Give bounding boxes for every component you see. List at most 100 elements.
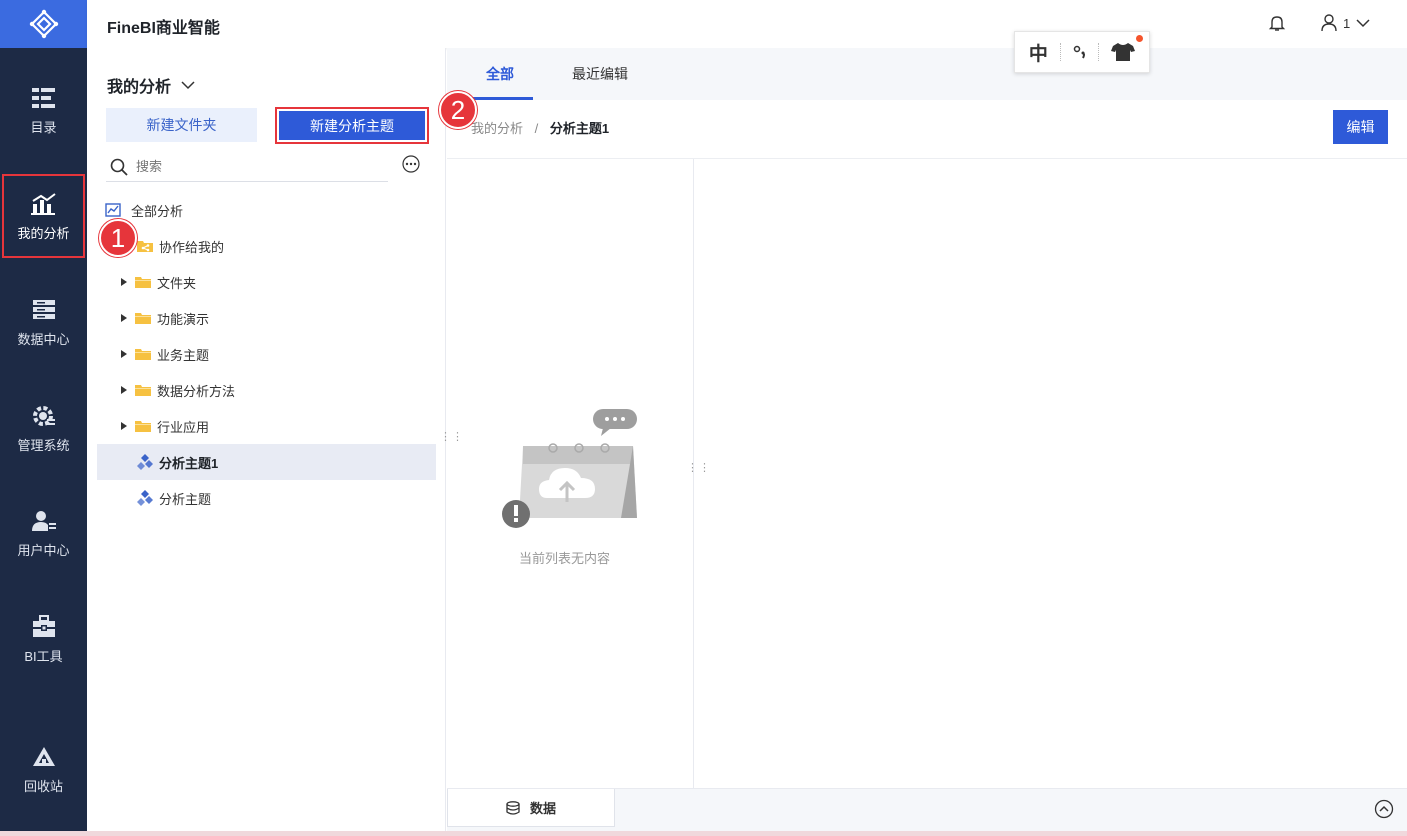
notification-dot [1136, 35, 1143, 42]
bottom-bar: 数据 [447, 788, 1407, 832]
chevron-down-icon [181, 81, 195, 90]
search-input[interactable] [136, 159, 366, 174]
recycle-icon [31, 744, 57, 770]
expand-caret-icon[interactable] [121, 314, 127, 322]
folder-icon [135, 313, 151, 324]
data-tab[interactable]: 数据 [447, 789, 615, 827]
nav-label-management: 管理系统 [17, 437, 70, 453]
tree-item-business[interactable]: 业务主题 [97, 336, 436, 372]
expand-caret-icon[interactable] [121, 422, 127, 430]
tree-item-label: 协作给我的 [159, 239, 225, 255]
expand-caret-icon[interactable] [121, 386, 127, 394]
nav-item-directory[interactable]: 目录 [0, 70, 87, 150]
more-options-icon[interactable] [402, 155, 420, 173]
gear-icon [31, 403, 57, 429]
drag-handle-icon[interactable]: ⋮⋮ [687, 463, 711, 474]
analysis-tree: 全部分析 协作给我的 文件夹 功能演示 业务主题 数据分析方法 行业应用 分析主… [97, 192, 436, 516]
chevron-down-icon [1356, 19, 1370, 28]
breadcrumb: 我的分析 / 分析主题1 [471, 118, 609, 137]
tab-recent[interactable]: 最近编辑 [572, 64, 628, 84]
nav-item-my-analysis[interactable]: 我的分析 [0, 176, 87, 256]
nav-item-data-center[interactable]: 数据中心 [0, 282, 87, 362]
new-subject-button[interactable]: 新建分析主题 [279, 111, 425, 140]
empty-calendar-illustration [502, 409, 637, 528]
side-navigation: 目录 我的分析 数据中心 管理系统 用户中心 BI工具 回收站 [0, 0, 87, 836]
expand-caret-icon[interactable] [121, 278, 127, 286]
tab-bar: 全部 最近编辑 [447, 48, 1407, 100]
data-tab-label: 数据 [529, 801, 556, 816]
line-chart-icon [105, 203, 121, 217]
chart-icon [30, 191, 57, 217]
user-icon [31, 508, 57, 534]
tree-item-methods[interactable]: 数据分析方法 [97, 372, 436, 408]
tree-item-industry[interactable]: 行业应用 [97, 408, 436, 444]
database-icon [31, 297, 57, 323]
user-name: 1 [1343, 15, 1351, 31]
annotation-badge-2: 2 [439, 91, 477, 129]
app-logo[interactable] [0, 0, 87, 48]
tree-item-all[interactable]: 全部分析 [97, 192, 436, 228]
nav-item-management[interactable]: 管理系统 [0, 388, 87, 468]
ime-mode[interactable]: 中 [1029, 39, 1048, 66]
tree-item-label: 业务主题 [157, 347, 210, 363]
breadcrumb-bar: 我的分析 / 分析主题1 编辑 [447, 100, 1407, 159]
nav-label-my-analysis: 我的分析 [17, 225, 70, 241]
tree-item-feature-demo[interactable]: 功能演示 [97, 300, 436, 336]
expand-caret-icon[interactable] [121, 350, 127, 358]
folder-icon [135, 421, 151, 432]
directory-icon [31, 85, 57, 111]
nav-label-recycle: 回收站 [23, 778, 63, 794]
user-avatar-icon [1321, 14, 1337, 32]
nav-item-bi-tools[interactable]: BI工具 [0, 599, 87, 679]
nav-label-directory: 目录 [30, 119, 57, 135]
search-icon [110, 158, 128, 176]
tree-item-label: 功能演示 [157, 311, 210, 327]
tree-item-shared[interactable]: 协作给我的 [97, 228, 436, 264]
tree-item-label: 文件夹 [157, 275, 197, 291]
empty-list-text: 当前列表无内容 [519, 551, 611, 566]
nav-label-user-center: 用户中心 [17, 542, 70, 558]
breadcrumb-separator: / [534, 121, 539, 136]
panel-title-text: 我的分析 [107, 79, 172, 96]
folder-icon [135, 349, 151, 360]
chevron-up-circle-icon[interactable] [1374, 799, 1394, 819]
edit-button[interactable]: 编辑 [1333, 110, 1388, 144]
skin-shirt-icon[interactable] [1111, 42, 1136, 62]
nav-label-data-center: 数据中心 [17, 331, 70, 347]
user-menu[interactable]: 1 [1321, 14, 1370, 32]
nav-item-user-center[interactable]: 用户中心 [0, 493, 87, 573]
subject-icon [137, 454, 153, 470]
top-header: FineBI商业智能 1 [87, 0, 1407, 48]
content-area: 当前列表无内容 ⋮⋮ [447, 159, 1407, 788]
breadcrumb-current: 分析主题1 [549, 121, 610, 136]
folder-icon [135, 277, 151, 288]
toolbox-icon [31, 614, 57, 640]
panel-resize-handle-icon[interactable]: ⋮⋮ [440, 432, 464, 443]
tab-all[interactable]: 全部 [486, 64, 514, 84]
ime-toolbar[interactable]: 中 [1014, 31, 1150, 73]
logo-icon [29, 9, 58, 39]
search-box [106, 152, 388, 182]
ime-divider [1059, 43, 1061, 61]
tree-item-folder[interactable]: 文件夹 [97, 264, 436, 300]
window-bottom-border [0, 831, 1407, 836]
new-folder-button[interactable]: 新建文件夹 [106, 108, 257, 142]
shared-folder-icon [137, 241, 153, 252]
tree-item-label: 行业应用 [157, 419, 210, 435]
nav-item-recycle[interactable]: 回收站 [0, 729, 87, 809]
ime-divider [1098, 43, 1100, 61]
new-subject-highlight: 新建分析主题 [275, 107, 429, 144]
annotation-badge-1: 1 [99, 219, 137, 257]
tree-item-label: 全部分析 [131, 203, 184, 219]
database-small-icon [506, 800, 520, 815]
tree-item-label: 数据分析方法 [157, 383, 236, 399]
tree-item-subject-1[interactable]: 分析主题1 [97, 444, 436, 480]
breadcrumb-parent[interactable]: 我的分析 [471, 121, 523, 136]
tree-item-subject[interactable]: 分析主题 [97, 480, 436, 516]
punctuation-icon[interactable] [1073, 44, 1087, 60]
folder-icon [135, 385, 151, 396]
tree-item-label: 分析主题 [159, 491, 212, 507]
bell-icon[interactable] [1268, 14, 1286, 32]
nav-label-bi-tools: BI工具 [24, 648, 63, 664]
panel-title[interactable]: 我的分析 [107, 73, 195, 97]
